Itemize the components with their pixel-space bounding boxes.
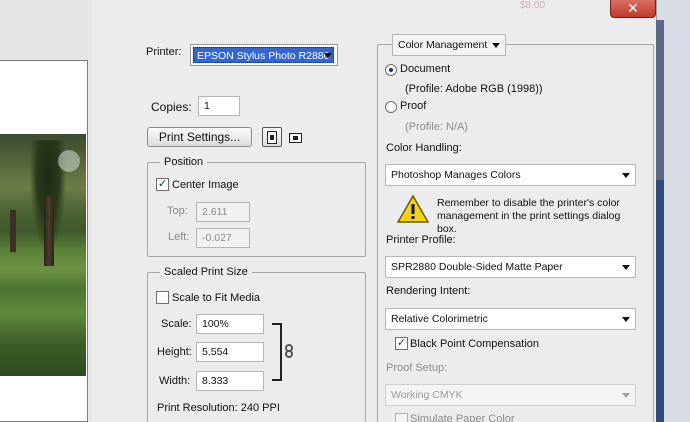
- chevron-down-icon: [324, 53, 332, 58]
- proof-label: Proof: [400, 100, 427, 112]
- copies-value: 1: [204, 100, 210, 112]
- left-value: -0.027: [202, 232, 232, 244]
- printer-selected-value: EPSON Stylus Photo R2880: [193, 47, 334, 63]
- position-title: Position: [160, 156, 208, 168]
- top-label: Top:: [167, 205, 188, 217]
- chevron-down-icon: [622, 173, 630, 178]
- document-profile: (Profile: Adobe RGB (1998)): [405, 83, 543, 95]
- chevron-down-icon: [492, 43, 500, 48]
- landscape-orientation-icon: [288, 133, 302, 143]
- proof-profile: (Profile: N/A): [405, 121, 468, 133]
- top-input[interactable]: 2.611: [196, 202, 250, 222]
- rendering-intent-select[interactable]: Relative Colorimetric: [385, 308, 636, 330]
- proof-radio[interactable]: [385, 101, 397, 113]
- chevron-down-icon: [622, 317, 630, 322]
- chain-link-icon[interactable]: [284, 344, 294, 358]
- width-input[interactable]: 8.333: [196, 371, 264, 391]
- color-handling-select[interactable]: Photoshop Manages Colors: [385, 164, 636, 186]
- color-handling-value: Photoshop Manages Colors: [391, 169, 521, 181]
- height-label: Height:: [157, 346, 192, 358]
- check-icon: ✓: [157, 178, 168, 190]
- chevron-down-icon: [622, 265, 630, 270]
- document-label: Document: [400, 63, 451, 75]
- proof-setup-label: Proof Setup:: [386, 362, 448, 374]
- color-handling-label: Color Handling:: [386, 142, 462, 154]
- close-icon: ✕: [627, 0, 639, 16]
- printer-label: Printer:: [146, 46, 182, 58]
- width-value: 8.333: [202, 375, 229, 387]
- height-input[interactable]: 5.554: [196, 342, 264, 362]
- close-button[interactable]: ✕: [610, 0, 656, 18]
- landscape-orientation-button[interactable]: [286, 129, 304, 147]
- document-radio[interactable]: [385, 64, 397, 76]
- width-label: Width:: [159, 375, 191, 387]
- left-label: Left:: [168, 231, 190, 243]
- center-image-checkbox[interactable]: ✓: [156, 178, 169, 191]
- printer-profile-label: Printer Profile:: [386, 234, 456, 246]
- proof-setup-select[interactable]: Working CMYK: [385, 384, 636, 406]
- copies-input[interactable]: 1: [198, 96, 240, 116]
- copies-label: Copies:: [151, 100, 192, 114]
- top-value: 2.611: [202, 206, 228, 218]
- black-point-compensation-checkbox[interactable]: ✓: [395, 337, 408, 350]
- color-management-value: Color Management: [398, 39, 488, 51]
- rendering-intent-value: Relative Colorimetric: [391, 313, 488, 325]
- rendering-intent-label: Rendering Intent:: [386, 285, 471, 297]
- proof-setup-value: Working CMYK: [391, 389, 463, 401]
- preview-image-light: [58, 150, 80, 172]
- center-image-label: Center Image: [172, 179, 239, 191]
- printer-profile-select[interactable]: SPR2880 Double-Sided Matte Paper: [385, 256, 636, 278]
- warning-icon: [397, 195, 429, 223]
- link-bracket: [272, 323, 282, 381]
- warning-message: Remember to disable the printer's color …: [437, 197, 621, 235]
- scrollbar-thumb[interactable]: [656, 180, 664, 422]
- check-icon: ✓: [396, 337, 407, 349]
- background-window-title: $8.00: [520, 0, 546, 11]
- black-point-compensation-label: Black Point Compensation: [410, 338, 540, 350]
- portrait-orientation-icon: [267, 130, 277, 144]
- scale-label: Scale:: [161, 318, 192, 330]
- height-value: 5.554: [202, 346, 229, 358]
- portrait-orientation-button[interactable]: [262, 127, 282, 147]
- simulate-paper-color-label: Simulate Paper Color: [410, 413, 515, 422]
- color-management-select[interactable]: Color Management: [392, 34, 506, 56]
- simulate-paper-color-checkbox[interactable]: [395, 413, 408, 422]
- scale-input[interactable]: 100%: [196, 314, 264, 334]
- preview-image-trunk-2: [10, 210, 16, 252]
- print-resolution: Print Resolution: 240 PPI: [157, 402, 280, 414]
- scale-to-fit-label: Scale to Fit Media: [172, 292, 261, 304]
- chevron-down-icon: [622, 393, 630, 398]
- scaled-print-size-title: Scaled Print Size: [160, 266, 252, 278]
- scale-to-fit-checkbox[interactable]: [156, 291, 169, 304]
- printer-select[interactable]: EPSON Stylus Photo R2880: [190, 44, 338, 66]
- scale-value: 100%: [202, 318, 229, 330]
- left-input[interactable]: -0.027: [196, 228, 250, 248]
- print-settings-button[interactable]: Print Settings...: [147, 127, 252, 147]
- print-settings-label: Print Settings...: [158, 130, 241, 144]
- preview-image-trunk: [44, 196, 54, 266]
- printer-profile-value: SPR2880 Double-Sided Matte Paper: [391, 261, 563, 273]
